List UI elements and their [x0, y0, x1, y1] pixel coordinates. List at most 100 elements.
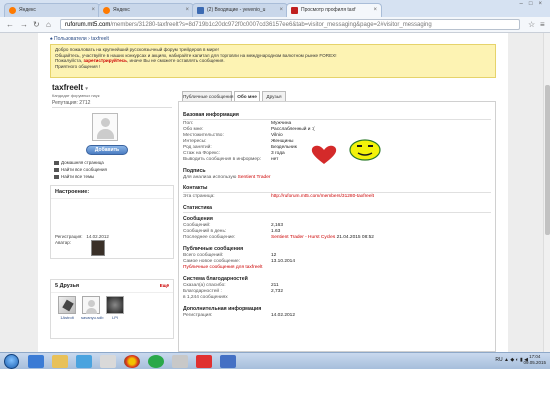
profile-url-link[interactable]: http://ruforum.mt5.com/members/31280-tax… [271, 194, 374, 199]
reputation: Репутация: 2712 [52, 100, 172, 108]
mood-title: Настроение: [51, 186, 173, 199]
forward-icon[interactable]: → [20, 20, 28, 29]
stat-value: 13.10.2014 [271, 259, 296, 264]
heart-icon [311, 145, 337, 164]
yandex-favicon-icon [103, 7, 110, 14]
blank-area [0, 369, 550, 413]
acrobat-taskbar-icon[interactable] [196, 355, 212, 368]
star-icon[interactable]: ☆ [528, 20, 535, 29]
info-value: Мужчина [271, 121, 292, 126]
stat-label: Всего сообщений: [183, 253, 224, 258]
explorer-taskbar-icon[interactable] [52, 355, 68, 368]
section-title: Базовая информация [183, 112, 239, 118]
media-taskbar-icon[interactable] [76, 355, 92, 368]
info-value: 3 года [271, 151, 285, 156]
info-value: Женщины [271, 139, 294, 144]
window-controls[interactable]: –□× [520, 1, 548, 7]
profile-content: Публичные сообщения Обо мне Друзья Базов… [178, 81, 496, 352]
scroll-thumb[interactable] [545, 85, 550, 235]
friend-item[interactable]: LPI [105, 296, 125, 320]
find-posts-link[interactable]: Найти все сообщения [54, 167, 107, 172]
page-scrollbar[interactable] [543, 33, 550, 352]
profile-sidebar: taxfreelt ▾ Кандидат форумных наук Репут… [50, 81, 174, 352]
subsection-title: Система благодарностей [183, 276, 248, 282]
skype-taskbar-icon[interactable] [148, 355, 164, 368]
breadcrumb-link[interactable]: Пользователи [54, 36, 87, 42]
app-taskbar-icon[interactable] [100, 355, 116, 368]
ie-taskbar-icon[interactable] [28, 355, 44, 368]
avatar [92, 113, 118, 141]
tab-label: Просмотр профиля taxf [301, 7, 356, 13]
friend-avatar [106, 296, 124, 314]
browser-tab[interactable]: Яндекс × [98, 3, 194, 17]
add-friend-button[interactable]: Добавить [86, 145, 128, 155]
url-path: /members/31280-taxfreelt?s=8d719b1c20dc9… [110, 22, 432, 28]
register-link[interactable]: зарегистрируйтесь [83, 58, 127, 63]
friends-header: 5 Друзья Ещё [51, 280, 173, 293]
app-taskbar-icon[interactable] [172, 355, 188, 368]
subsection-title: Дополнительная информация [183, 306, 262, 312]
home-icon[interactable]: ♠ [50, 36, 53, 42]
search-icon [54, 167, 59, 172]
home-icon[interactable]: ⌂ [46, 20, 51, 29]
friend-name: 1Astrolt [60, 315, 74, 320]
page-viewport: ♠ Пользователи › taxfreelt Добро пожалов… [0, 33, 543, 352]
browser-tab[interactable]: Яндекс × [4, 3, 100, 17]
friend-item[interactable]: savanyu.sdb [81, 296, 104, 320]
home-icon [54, 160, 59, 165]
tab-public-messages[interactable]: Публичные сообщения [182, 91, 233, 101]
chrome-taskbar-icon[interactable] [124, 355, 140, 368]
browser-tab[interactable]: (2) Входящие - yevenio_u × [192, 3, 288, 17]
user-title: Кандидат форумных наук [52, 93, 100, 98]
reload-icon[interactable]: ↻ [33, 20, 40, 29]
language-indicator[interactable]: RU [495, 357, 502, 363]
close-tab-icon[interactable]: × [373, 4, 377, 16]
start-button[interactable] [4, 354, 19, 369]
close-tab-icon[interactable]: × [279, 4, 283, 16]
stat-value: 2,732 [271, 289, 284, 294]
stat-label: Сообщений: [183, 223, 211, 228]
section-title: Подпись [183, 168, 206, 174]
mt5-favicon-icon [291, 7, 298, 14]
stat-label: Последнее сообщение: [183, 235, 236, 240]
homepage-link[interactable]: Домашняя страница [54, 160, 104, 165]
tab-about-me[interactable]: Обо мне [234, 91, 260, 101]
tab-label: Яндекс [19, 7, 36, 13]
username: taxfreelt ▾ [52, 83, 88, 92]
tab-friends[interactable]: Друзья [262, 91, 286, 101]
back-icon[interactable]: ← [6, 20, 14, 29]
mail-favicon-icon [197, 7, 204, 14]
contact-label: Эта страница: [183, 194, 215, 199]
stat-value: 1.63 [271, 229, 281, 234]
mood-box: Настроение: Регистрация: 14.02.2012 Ават… [50, 185, 174, 259]
windows-taskbar: RU ▲ ◆ ◐ ▮ ◀ 17:04 09.05.2015 [0, 352, 550, 369]
find-threads-link[interactable]: Найти все темы [54, 174, 94, 179]
about-panel: Базовая информация Пол: Мужчина Обо мне:… [178, 101, 496, 352]
friend-name: savanyu.sdb [81, 315, 104, 320]
url-input[interactable]: ruforum.mt5.com/members/31280-taxfreelt?… [60, 19, 520, 30]
close-tab-icon[interactable]: × [91, 4, 95, 16]
stat-label: Сообщений в день: [183, 229, 227, 234]
menu-icon[interactable]: ≡ [540, 20, 545, 29]
stat-label: Регистрация: [183, 313, 213, 318]
last-post-link[interactable]: Sentient Trader - Hurst Cycles [271, 235, 335, 240]
all-friends-link[interactable]: Ещё [160, 283, 169, 288]
stat-label: Благодарностей : [183, 289, 222, 294]
friend-item[interactable]: 1Astrolt [57, 296, 77, 320]
smiley-icon [349, 139, 381, 161]
close-tab-icon[interactable]: × [185, 4, 189, 16]
app-taskbar-icon[interactable] [220, 355, 236, 368]
info-label: Местожительство: [183, 133, 224, 138]
clock[interactable]: 17:04 09.05.2015 [523, 354, 546, 366]
signature-text: Для анализа использую Sentient Trader [183, 175, 271, 180]
public-messages-link[interactable]: Публичные сообщения для taxfreelt [183, 265, 262, 270]
stat-value: 2,163 [271, 223, 284, 228]
info-value: Бездельник [271, 145, 297, 150]
breadcrumb: ♠ Пользователи › taxfreelt [50, 36, 109, 42]
stat-value: 12 [271, 253, 277, 258]
signature-link[interactable]: Sentient Trader [238, 175, 271, 180]
stat-label: Сказал(а) спасибо: [183, 283, 226, 288]
browser-tab-strip: Яндекс × Яндекс × (2) Входящие - yevenio… [0, 0, 550, 17]
browser-tab-active[interactable]: Просмотр профиля taxf × [286, 3, 382, 17]
info-label: Стаж на Форекс: [183, 151, 221, 156]
